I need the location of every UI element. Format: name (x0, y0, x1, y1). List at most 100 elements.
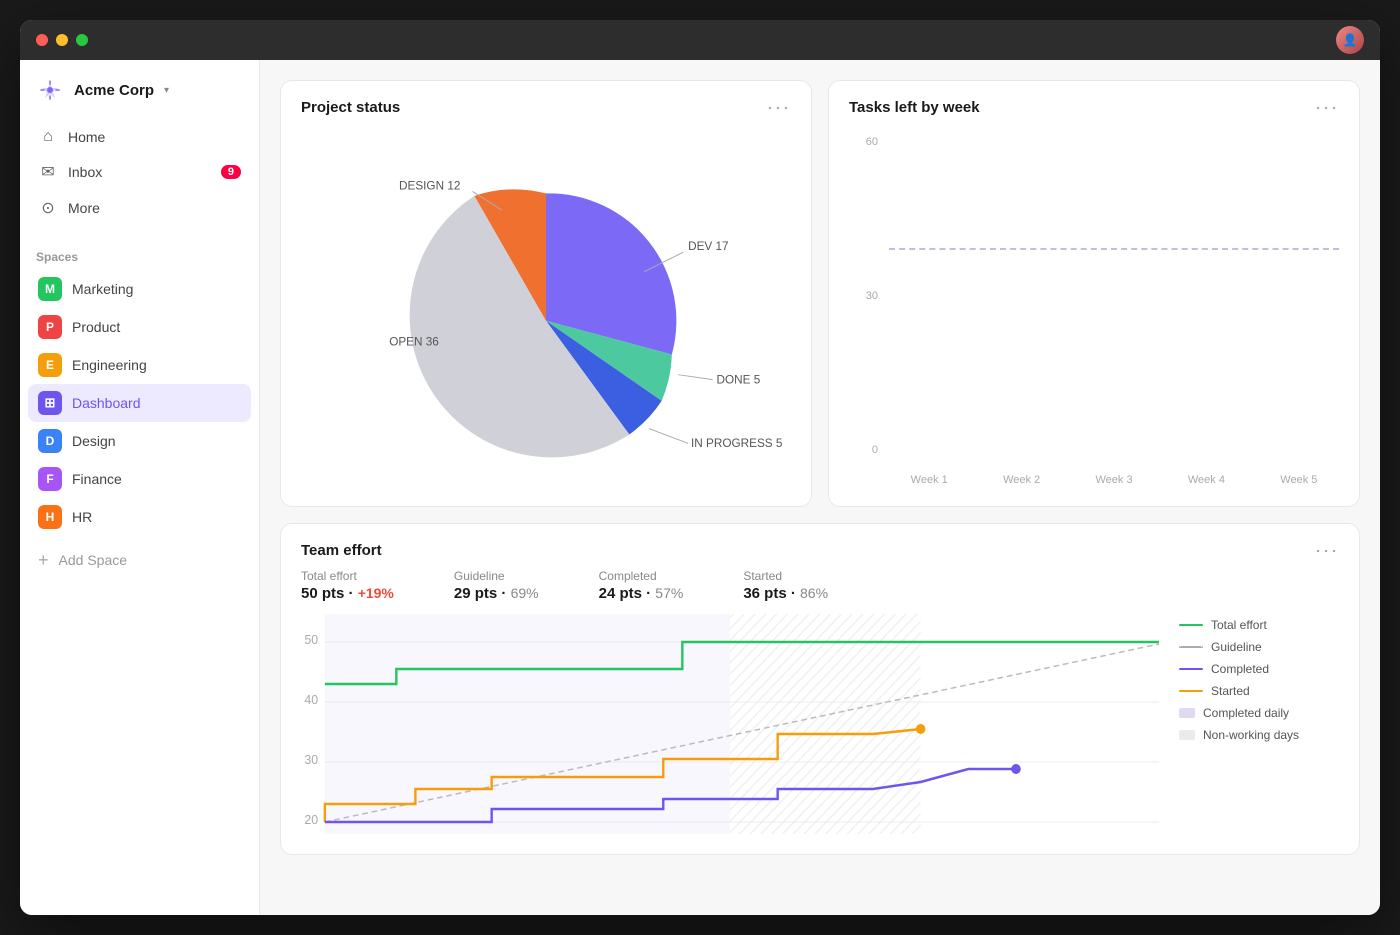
fullscreen-button[interactable] (76, 34, 88, 46)
dashed-guideline (889, 248, 1339, 250)
add-icon: + (38, 551, 49, 569)
sidebar-item-marketing[interactable]: M Marketing (28, 270, 251, 308)
completed-dot (1011, 764, 1021, 774)
legend-started-label: Started (1211, 684, 1250, 698)
stat-started-label: Started (743, 569, 828, 583)
add-space-label: Add Space (59, 552, 128, 568)
hr-icon: H (38, 505, 62, 529)
sidebar-item-engineering[interactable]: E Engineering (28, 346, 251, 384)
inprogress-label-line (649, 429, 688, 444)
bar-label-week1: Week 1 (911, 468, 948, 486)
bar-label-week4: Week 4 (1188, 468, 1225, 486)
legend-non-working-label: Non-working days (1203, 728, 1299, 742)
dashboard-label: Dashboard (72, 395, 141, 411)
y-label-0: 0 (849, 444, 878, 456)
pie-chart-container: DEV 17 DONE 5 IN PROGRESS 5 OPEN 36 DES (281, 126, 811, 506)
engineering-label: Engineering (72, 357, 147, 373)
sidebar-item-more[interactable]: ⊙ More (28, 190, 251, 226)
stat-started-pct: 86% (800, 585, 828, 601)
bar-chart-container: 60 30 0 (829, 126, 1359, 506)
sidebar-item-finance[interactable]: F Finance (28, 460, 251, 498)
inbox-badge: 9 (221, 165, 241, 179)
inbox-label: Inbox (68, 164, 102, 180)
hr-label: HR (72, 509, 92, 525)
legend-completed-daily: Completed daily (1179, 706, 1339, 720)
legend-total-effort: Total effort (1179, 618, 1339, 632)
nav-menu: ⌂ Home ✉ Inbox 9 ⊙ More (20, 112, 259, 234)
stat-completed-value: 24 pts · 57% (599, 585, 684, 602)
sidebar-item-inbox[interactable]: ✉ Inbox 9 (28, 154, 251, 190)
svg-text:50: 50 (304, 633, 318, 647)
more-label: More (68, 200, 100, 216)
sidebar-item-design[interactable]: D Design (28, 422, 251, 460)
sidebar-item-home[interactable]: ⌂ Home (28, 120, 251, 154)
top-charts-row: Project status ··· (280, 80, 1360, 507)
svg-text:20: 20 (304, 813, 318, 827)
close-button[interactable] (36, 34, 48, 46)
team-effort-menu[interactable]: ··· (1315, 540, 1339, 561)
design-icon: D (38, 429, 62, 453)
legend-non-working: Non-working days (1179, 728, 1339, 742)
tasks-menu[interactable]: ··· (1315, 97, 1339, 118)
stat-guideline-value: 29 pts · 69% (454, 585, 539, 602)
engineering-icon: E (38, 353, 62, 377)
y-label-60: 60 (849, 136, 878, 148)
team-effort-svg: 50 40 30 20 (301, 614, 1159, 834)
spaces-section-label: Spaces (20, 234, 259, 270)
tasks-header: Tasks left by week ··· (829, 81, 1359, 126)
team-effort-card: Team effort ··· Total effort 50 pts · +1… (280, 523, 1360, 855)
stat-guideline-pct: 69% (511, 585, 539, 601)
add-space-button[interactable]: + Add Space (28, 544, 251, 576)
more-icon: ⊙ (38, 198, 58, 218)
sidebar-item-product[interactable]: P Product (28, 308, 251, 346)
legend-total-effort-line (1179, 624, 1203, 626)
bar-group-week4: Week 4 (1166, 464, 1246, 486)
design-label: Design (72, 433, 116, 449)
app-body: Acme Corp ▾ ⌂ Home ✉ Inbox 9 ⊙ More Spa (20, 60, 1380, 915)
team-effort-header: Team effort ··· (281, 524, 1359, 569)
done-label-line (678, 375, 712, 380)
stat-completed-pct: 57% (655, 585, 683, 601)
team-effort-title: Team effort (301, 542, 382, 559)
stat-guideline: Guideline 29 pts · 69% (454, 569, 539, 602)
legend-completed: Completed (1179, 662, 1339, 676)
spaces-list: M Marketing P Product E Engineering ⊞ Da… (20, 270, 259, 536)
legend-guideline-line (1179, 646, 1203, 648)
bar-chart-area: 60 30 0 (849, 136, 1339, 486)
bar-label-week5: Week 5 (1280, 468, 1317, 486)
legend-completed-label: Completed (1211, 662, 1269, 676)
y-label-30: 30 (849, 290, 878, 302)
project-status-menu[interactable]: ··· (767, 97, 791, 118)
bar-group-week1: Week 1 (889, 464, 969, 486)
minimize-button[interactable] (56, 34, 68, 46)
svg-text:40: 40 (304, 693, 318, 707)
team-chart-area: 50 40 30 20 (281, 614, 1359, 854)
non-working-days (730, 614, 921, 834)
bar-label-week3: Week 3 (1095, 468, 1132, 486)
inprogress-label: IN PROGRESS 5 (691, 437, 783, 450)
project-status-title: Project status (301, 99, 400, 116)
home-icon: ⌂ (38, 128, 58, 146)
svg-text:30: 30 (304, 753, 318, 767)
stat-total-value: 50 pts · +19% (301, 585, 394, 602)
legend-completed-line (1179, 668, 1203, 670)
legend-guideline: Guideline (1179, 640, 1339, 654)
finance-icon: F (38, 467, 62, 491)
marketing-icon: M (38, 277, 62, 301)
legend-completed-daily-box (1179, 708, 1195, 718)
sidebar-item-dashboard[interactable]: ⊞ Dashboard (28, 384, 251, 422)
pie-chart: DEV 17 DONE 5 IN PROGRESS 5 OPEN 36 DES (301, 136, 791, 486)
chevron-down-icon: ▾ (164, 85, 169, 96)
bar-group-week3: Week 3 (1074, 464, 1154, 486)
app-window: 👤 Acme Corp ▾ ⌂ Home (20, 20, 1380, 915)
legend-completed-daily-label: Completed daily (1203, 706, 1289, 720)
finance-label: Finance (72, 471, 122, 487)
workspace-header[interactable]: Acme Corp ▾ (20, 60, 259, 112)
stat-completed: Completed 24 pts · 57% (599, 569, 684, 602)
avatar[interactable]: 👤 (1336, 26, 1364, 54)
dashboard-icon: ⊞ (38, 391, 62, 415)
bar-group-week5: Week 5 (1259, 464, 1339, 486)
project-status-card: Project status ··· (280, 80, 812, 507)
sidebar-item-hr[interactable]: H HR (28, 498, 251, 536)
marketing-label: Marketing (72, 281, 133, 297)
